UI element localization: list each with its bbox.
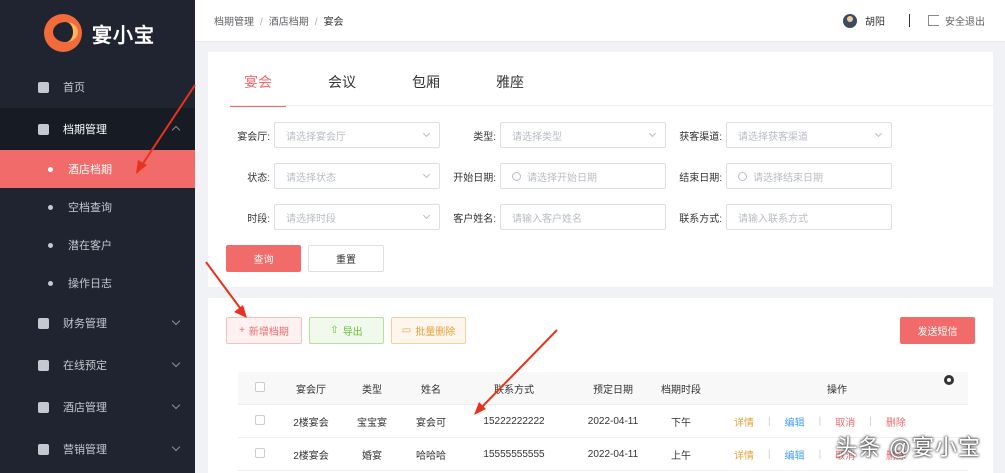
arrow-to-hotel-schedule [139,84,196,169]
arrow-to-add-button [205,261,244,313]
watermark: 头条 @宴小宝 [835,435,981,460]
arrowhead [234,305,247,318]
annotation-arrows [136,84,558,415]
arrowhead [136,160,147,174]
arrow-to-table-row [478,329,558,411]
